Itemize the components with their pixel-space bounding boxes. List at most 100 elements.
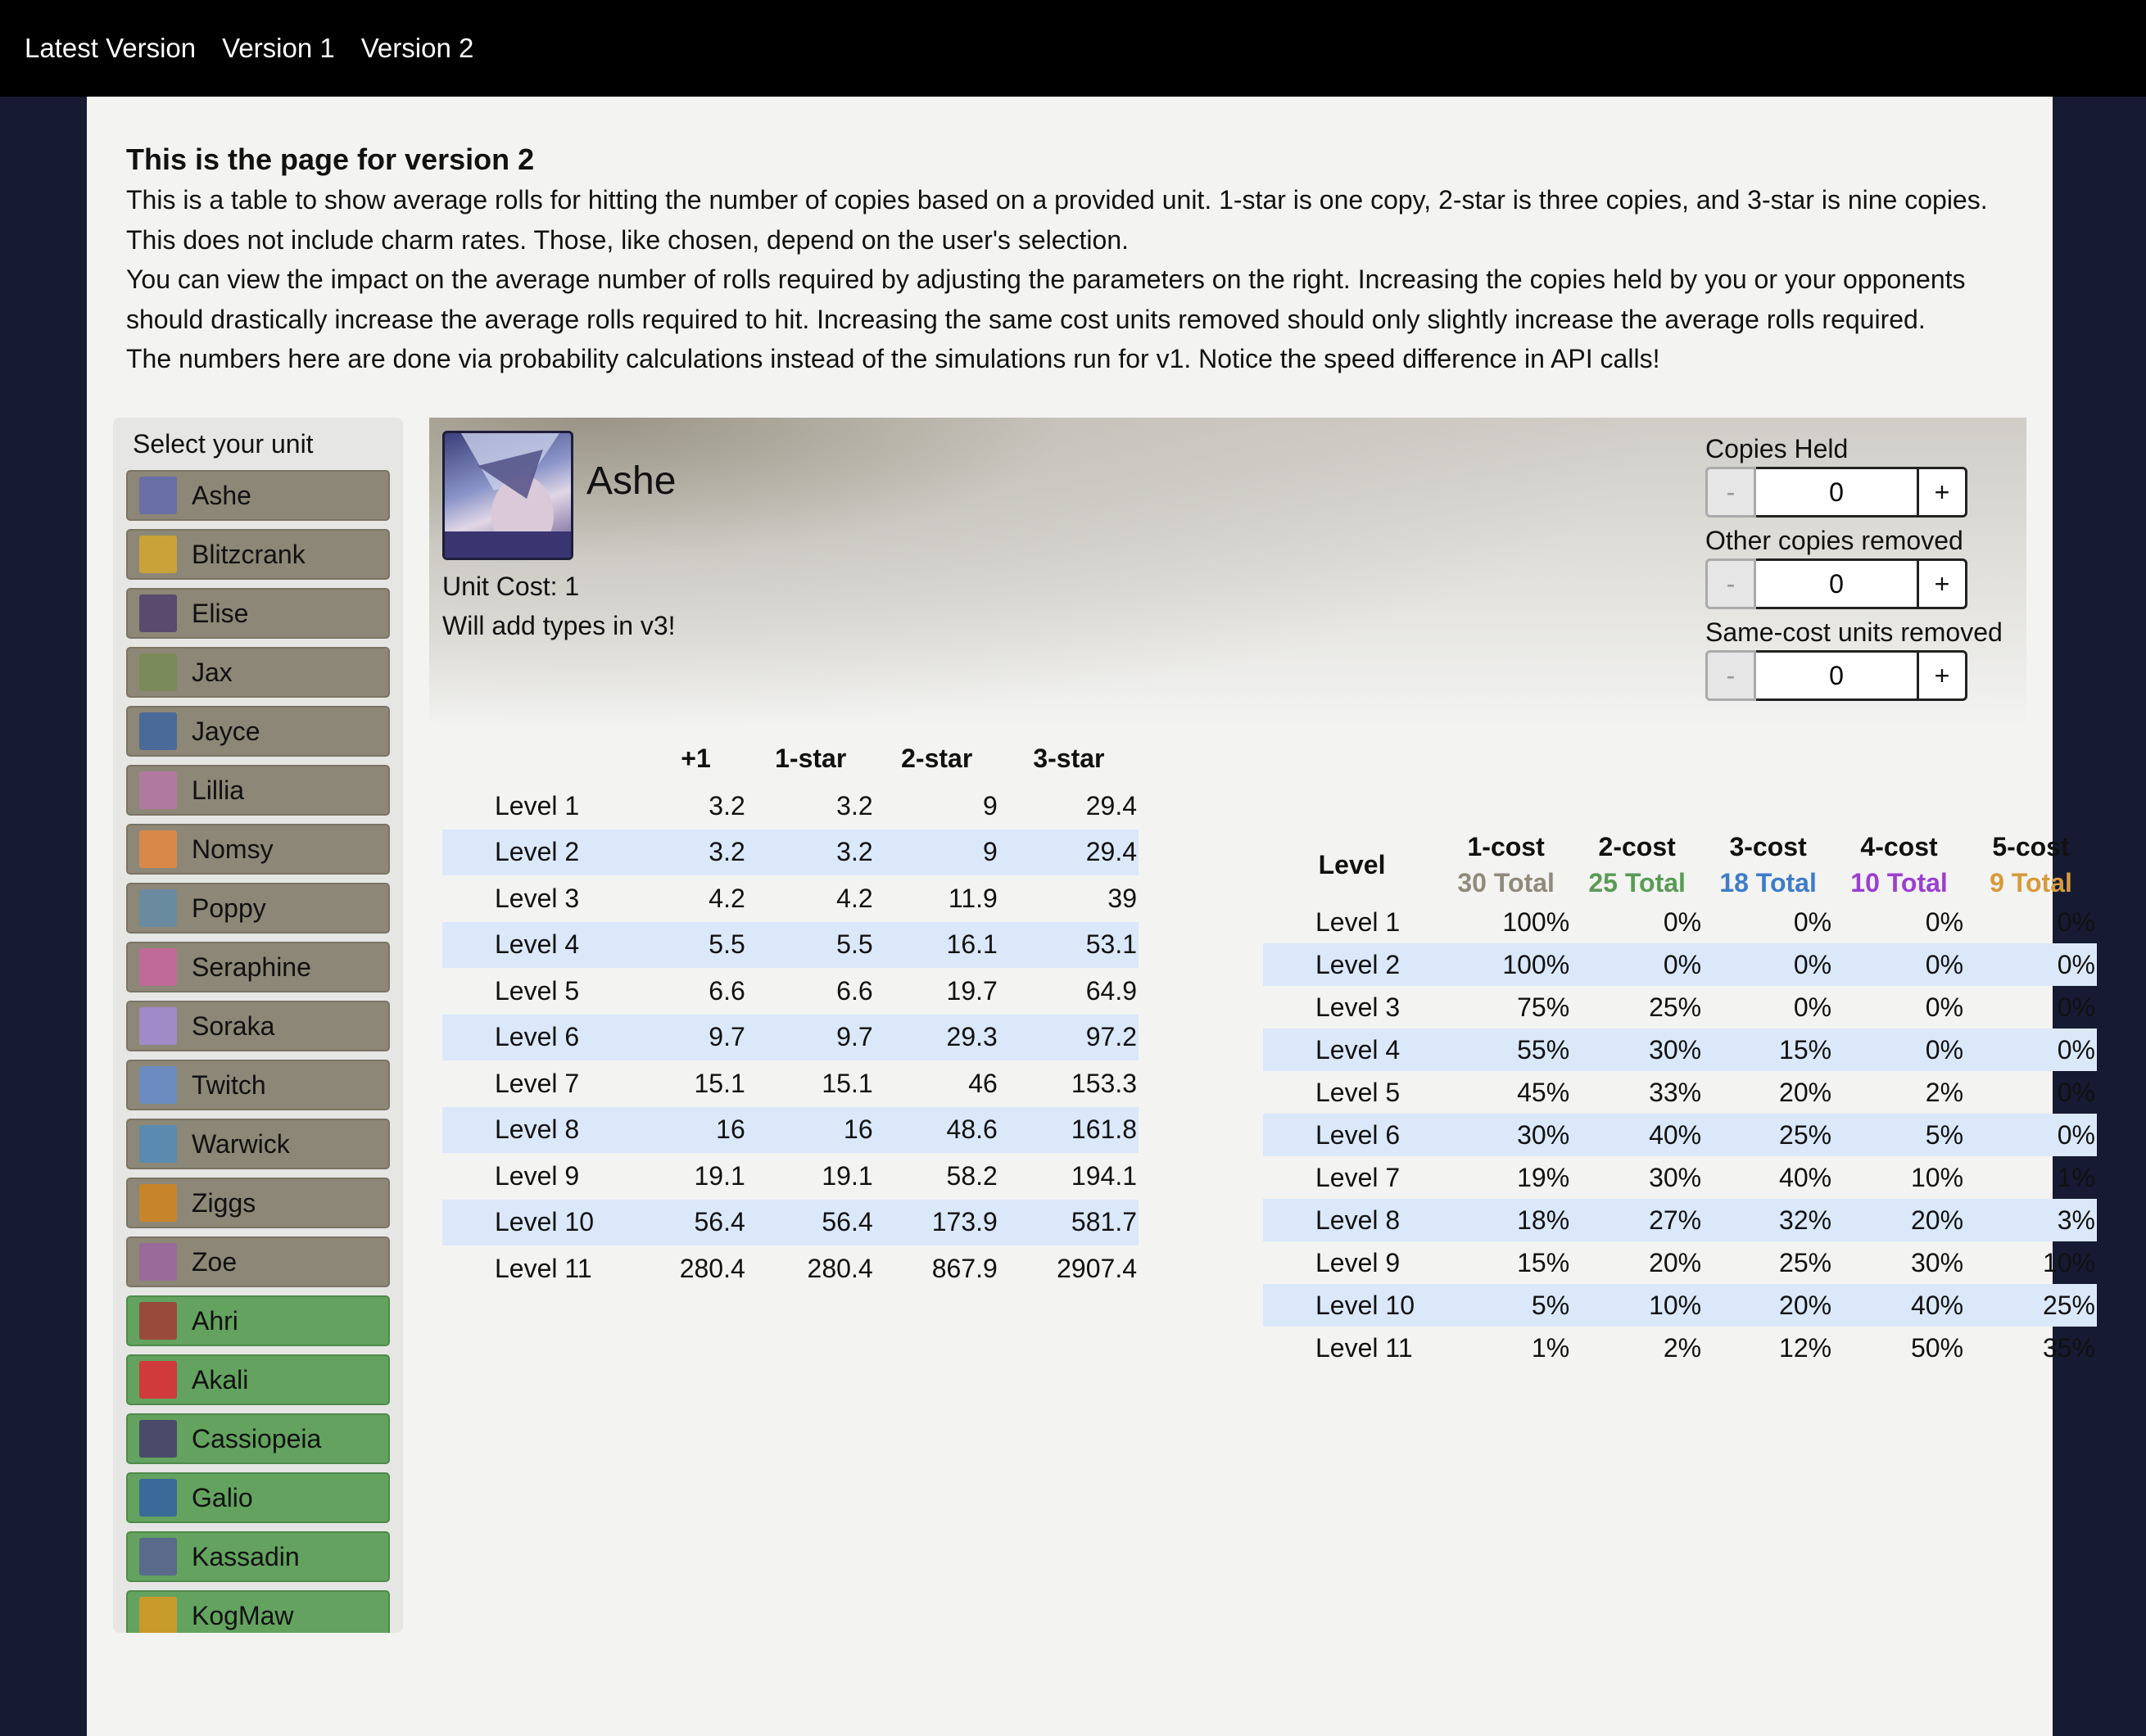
unit-types-note: Will add types in v3!	[442, 611, 676, 640]
unit-item-ashe[interactable]: Ashe	[126, 470, 390, 521]
unit-item-jax[interactable]: Jax	[126, 647, 390, 698]
unit-item-galio[interactable]: Galio	[126, 1472, 390, 1523]
odds-value-cell: 75%	[1517, 992, 1570, 1022]
rolls-value-cell: 19.7	[946, 975, 998, 1006]
unit-item-seraphine[interactable]: Seraphine	[126, 942, 390, 992]
copies-held-input[interactable]	[1756, 467, 1917, 518]
unit-item-label: Kassadin	[192, 1541, 300, 1571]
odds-value-cell: 35%	[2042, 1332, 2095, 1363]
odds-value-cell: 100%	[1441, 943, 1572, 986]
unit-item-nomsy[interactable]: Nomsy	[126, 824, 390, 875]
odds-level-cell: Level 9	[1315, 1247, 1401, 1277]
unit-item-poppy[interactable]: Poppy	[126, 883, 390, 934]
unit-item-label: Seraphine	[192, 952, 311, 982]
odds-value-cell: 5%	[1833, 1114, 1966, 1156]
other-removed-stepper: - +	[1705, 558, 1967, 609]
unit-item-ziggs[interactable]: Ziggs	[126, 1178, 390, 1228]
rolls-value-cell: 280.4	[807, 1253, 873, 1283]
copies-held-decrement-button[interactable]: -	[1705, 467, 1756, 518]
selected-unit-name: Ashe	[586, 459, 677, 503]
unit-item-akali[interactable]: Akali	[126, 1354, 390, 1405]
akali-icon	[139, 1361, 177, 1399]
unit-item-label: Akali	[192, 1364, 249, 1395]
same-cost-removed-increment-button[interactable]: +	[1917, 650, 1967, 701]
rolls-value-cell: 4.2	[836, 883, 873, 913]
unit-item-label: Zoe	[192, 1246, 238, 1277]
odds-value-cell: 0%	[1793, 992, 1832, 1022]
odds-value-cell: 20%	[1779, 1077, 1832, 1107]
rolls-value-cell: 11.9	[948, 883, 998, 913]
unit-item-label: Cassiopeia	[192, 1423, 322, 1453]
other-removed-decrement-button[interactable]: -	[1705, 558, 1756, 609]
unit-detail-header: Ashe Unit Cost: 1 Will add types in v3! …	[429, 418, 2026, 727]
odds-value-cell: 45%	[1517, 1077, 1570, 1107]
rolls-value-cell: 9.7	[746, 1014, 875, 1060]
unit-item-elise[interactable]: Elise	[126, 588, 390, 639]
odds-header-total: 9 Total	[1990, 868, 2072, 897]
odds-level-cell: Level 5	[1315, 1077, 1401, 1107]
odds-value-cell: 30%	[1441, 1114, 1572, 1156]
same-cost-removed-stepper: - +	[1705, 650, 2003, 701]
unit-item-ahri[interactable]: Ahri	[126, 1295, 390, 1346]
copies-held-control: Copies Held - +	[1705, 432, 1967, 518]
intro: This is the page for version 2 This is a…	[126, 139, 2010, 379]
rolls-value-cell: 4.2	[709, 883, 745, 913]
rolls-value-cell: 97.2	[998, 1014, 1139, 1060]
odds-header-total: 10 Total	[1850, 868, 1948, 897]
ahri-icon	[139, 1302, 177, 1340]
odds-value-cell: 0%	[1703, 943, 1834, 986]
odds-value-cell: 0%	[1965, 1114, 2097, 1156]
odds-level-cell: Level 11	[1315, 1332, 1413, 1363]
rolls-value-cell: 153.3	[1071, 1068, 1137, 1098]
unit-item-lillia[interactable]: Lillia	[126, 765, 390, 816]
unit-item-soraka[interactable]: Soraka	[126, 1001, 390, 1051]
rolls-value-cell: 2907.4	[1057, 1253, 1137, 1283]
rolls-header-level	[442, 734, 645, 783]
rolls-level-cell: Level 9	[495, 1160, 580, 1191]
odds-header-4-cost: 4-cost 10 Total	[1833, 829, 1965, 901]
unit-item-warwick[interactable]: Warwick	[126, 1119, 390, 1169]
other-removed-increment-button[interactable]: +	[1917, 558, 1967, 609]
unit-list: Ashe Blitzcrank Elise Jax Jayce Lillia Nomsy Po…	[126, 470, 390, 1633]
rolls-value-cell: 867.9	[931, 1253, 998, 1283]
odds-row: Level 2 100% 0% 0% 0% 0%	[1263, 943, 2097, 986]
unit-cost: Unit Cost: 1	[442, 572, 580, 601]
nav-latest-version[interactable]: Latest Version	[25, 33, 196, 64]
unit-item-label: Ashe	[192, 480, 251, 510]
same-cost-removed-decrement-button[interactable]: -	[1705, 650, 1756, 701]
nav-version-2[interactable]: Version 2	[361, 33, 474, 64]
unit-item-cassiopeia[interactable]: Cassiopeia	[126, 1413, 390, 1464]
odds-value-cell: 0%	[1571, 943, 1704, 986]
unit-item-label: Lillia	[192, 775, 245, 805]
unit-item-kogmaw[interactable]: KogMaw	[126, 1590, 390, 1633]
rolls-value-cell: 6.6	[709, 975, 745, 1006]
unit-selector-panel[interactable]: Select your unit Ashe Blitzcrank Elise Jax J…	[113, 418, 403, 1633]
odds-value-cell: 40%	[1571, 1114, 1704, 1156]
unit-item-twitch[interactable]: Twitch	[126, 1060, 390, 1110]
rolls-level-cell: Level 7	[495, 1068, 580, 1098]
rolls-value-cell: 56.4	[746, 1199, 875, 1245]
unit-item-jayce[interactable]: Jayce	[126, 706, 390, 757]
rolls-value-cell: 173.9	[874, 1199, 999, 1245]
odds-value-cell: 32%	[1703, 1199, 1834, 1241]
unit-item-zoe[interactable]: Zoe	[126, 1236, 390, 1287]
other-removed-input[interactable]	[1756, 558, 1917, 609]
unit-item-kassadin[interactable]: Kassadin	[126, 1531, 390, 1582]
odds-header-5-cost: 5-cost 9 Total	[1965, 829, 2097, 901]
nav-version-1[interactable]: Version 1	[222, 33, 335, 64]
odds-header-label: 4-cost	[1860, 832, 1938, 861]
same-cost-removed-input[interactable]	[1756, 650, 1917, 701]
odds-value-cell: 1%	[2057, 1162, 2095, 1192]
main-content: This is the page for version 2 This is a…	[87, 97, 2097, 1736]
ashe-icon	[139, 477, 177, 514]
rolls-header-plus1: +1	[681, 743, 711, 773]
copies-held-increment-button[interactable]: +	[1917, 467, 1967, 518]
odds-value-cell: 0%	[2057, 1077, 2095, 1107]
rolls-row: Level 5 6.6 6.6 19.7 64.9	[442, 968, 1139, 1015]
unit-item-blitzcrank[interactable]: Blitzcrank	[126, 529, 390, 580]
rolls-value-cell: 3.2	[746, 829, 875, 875]
odds-value-cell: 100%	[1502, 906, 1570, 937]
odds-row: Level 6 30% 40% 25% 5% 0%	[1263, 1114, 2097, 1156]
odds-level-cell: Level 1	[1315, 906, 1401, 937]
intro-paragraph-3: The numbers here are done via probabilit…	[126, 344, 1660, 373]
